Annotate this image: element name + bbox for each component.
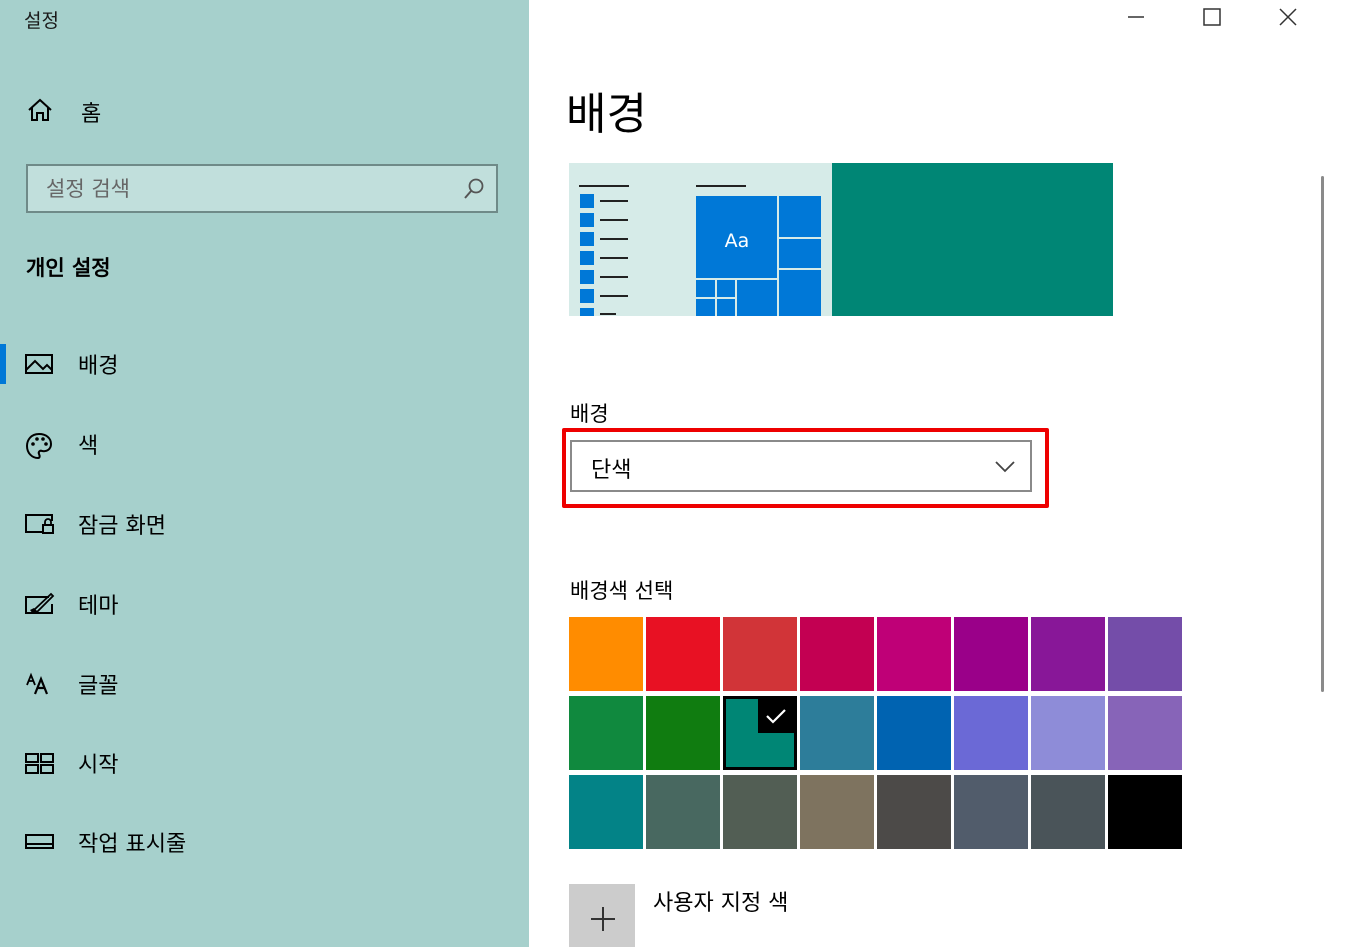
color-section-label: 배경색 선택 xyxy=(570,579,674,603)
color-swatch[interactable] xyxy=(800,617,874,691)
sidebar-item-label: 색 xyxy=(78,434,99,459)
color-swatch[interactable] xyxy=(1108,775,1182,849)
color-swatch[interactable] xyxy=(877,617,951,691)
page-title: 배경 xyxy=(566,89,647,140)
minimize-icon xyxy=(1126,7,1146,31)
color-swatch[interactable] xyxy=(569,617,643,691)
color-swatch[interactable] xyxy=(1031,775,1105,849)
font-icon xyxy=(25,672,53,696)
color-swatch[interactable] xyxy=(569,775,643,849)
search-box[interactable] xyxy=(26,164,498,213)
checkmark-icon xyxy=(758,699,794,733)
preview-start-menu: Aa xyxy=(569,163,832,316)
color-swatch[interactable] xyxy=(646,617,720,691)
color-swatch[interactable] xyxy=(800,775,874,849)
maximize-icon xyxy=(1202,7,1222,31)
sidebar-item-color[interactable]: 색 xyxy=(0,420,529,468)
home-icon xyxy=(26,96,54,128)
sidebar-home[interactable]: 홈 xyxy=(26,94,101,130)
color-swatch[interactable] xyxy=(569,696,643,770)
sidebar-item-label: 시작 xyxy=(78,753,119,778)
section-title: 개인 설정 xyxy=(26,256,111,280)
minimize-button[interactable] xyxy=(1098,0,1174,38)
color-swatch[interactable] xyxy=(723,617,797,691)
sidebar-item-lock-screen[interactable]: 잠금 화면 xyxy=(0,500,529,548)
color-swatch[interactable] xyxy=(1031,617,1105,691)
color-swatch[interactable] xyxy=(1108,696,1182,770)
color-swatch[interactable] xyxy=(877,696,951,770)
desktop-preview: Aa xyxy=(569,163,1113,316)
app-title: 설정 xyxy=(24,10,59,32)
color-swatch[interactable] xyxy=(1108,617,1182,691)
highlight-box xyxy=(562,428,1049,508)
color-swatch[interactable] xyxy=(954,696,1028,770)
preview-tile-text: Aa xyxy=(725,230,750,252)
sidebar-item-background[interactable]: 배경 xyxy=(0,340,529,388)
theme-brush-icon xyxy=(25,592,55,616)
palette-icon xyxy=(25,432,53,460)
sidebar-item-label: 작업 표시줄 xyxy=(78,832,187,857)
sidebar-item-theme[interactable]: 테마 xyxy=(0,580,529,628)
sidebar-item-label: 테마 xyxy=(78,594,119,619)
maximize-button[interactable] xyxy=(1174,0,1250,38)
sidebar-item-label: 배경 xyxy=(78,354,119,379)
sidebar-item-fonts[interactable]: 글꼴 xyxy=(0,660,529,708)
color-swatch[interactable] xyxy=(723,696,797,770)
sidebar-item-label: 글꼴 xyxy=(78,674,119,699)
selection-indicator xyxy=(0,344,6,384)
sidebar-item-label: 잠금 화면 xyxy=(78,514,166,539)
close-icon xyxy=(1278,7,1298,31)
search-icon xyxy=(462,177,486,205)
custom-color-button[interactable] xyxy=(569,884,635,947)
color-swatch[interactable] xyxy=(646,775,720,849)
color-swatch[interactable] xyxy=(1031,696,1105,770)
scrollbar[interactable] xyxy=(1321,176,1324,692)
sidebar-item-start[interactable]: 시작 xyxy=(0,739,529,787)
close-button[interactable] xyxy=(1250,0,1326,38)
background-label: 배경 xyxy=(570,402,609,426)
taskbar-icon xyxy=(25,830,54,854)
color-swatch[interactable] xyxy=(954,775,1028,849)
sidebar: 설정 홈 개인 설정 배경 색 잠금 화면 테 xyxy=(0,0,529,947)
picture-icon xyxy=(25,352,53,376)
lock-screen-icon xyxy=(25,512,54,536)
color-swatch[interactable] xyxy=(800,696,874,770)
sidebar-item-taskbar[interactable]: 작업 표시줄 xyxy=(0,818,529,866)
custom-color-label: 사용자 지정 색 xyxy=(653,891,789,916)
color-swatch[interactable] xyxy=(646,696,720,770)
color-swatch[interactable] xyxy=(877,775,951,849)
color-swatch[interactable] xyxy=(723,775,797,849)
search-input[interactable] xyxy=(46,166,466,211)
start-grid-icon xyxy=(25,751,54,775)
color-swatch[interactable] xyxy=(954,617,1028,691)
plus-icon xyxy=(588,904,618,938)
sidebar-home-label: 홈 xyxy=(81,102,102,127)
